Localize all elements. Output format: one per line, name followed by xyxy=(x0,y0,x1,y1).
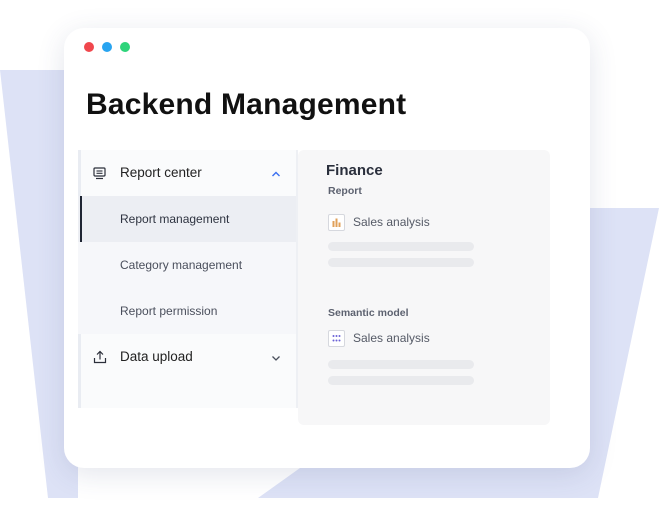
sidebar-group-label: Report center xyxy=(120,165,202,180)
window-controls xyxy=(84,42,130,52)
item-label: Sales analysis xyxy=(353,331,430,345)
sidebar: Report center Report management Category… xyxy=(78,150,298,408)
minimize-window-button[interactable] xyxy=(102,42,112,52)
loading-placeholder xyxy=(328,242,474,251)
sidebar-group-report-center[interactable]: Report center xyxy=(78,150,296,196)
report-icon xyxy=(92,165,108,181)
sidebar-item-category-management[interactable]: Category management xyxy=(78,242,296,288)
sidebar-item-label: Category management xyxy=(120,258,243,272)
section-label-semantic-model: Semantic model xyxy=(328,307,409,319)
chevron-up-icon[interactable] xyxy=(270,167,282,179)
app-window: Backend Management Report center Report xyxy=(64,28,590,468)
chevron-down-icon[interactable] xyxy=(270,351,282,363)
bar-chart-icon xyxy=(328,213,345,231)
panel-title: Finance xyxy=(326,162,383,179)
sidebar-item-report-permission[interactable]: Report permission xyxy=(78,288,296,334)
upload-icon xyxy=(92,349,108,365)
loading-placeholder xyxy=(328,258,474,267)
sidebar-group-data-upload[interactable]: Data upload xyxy=(78,334,296,380)
sidebar-group-label: Data upload xyxy=(120,349,193,364)
content-panel: Finance Report Sales analysis Semantic m… xyxy=(298,150,550,425)
grid-dots-icon xyxy=(328,329,345,347)
report-center-submenu: Report management Category management Re… xyxy=(78,196,296,334)
loading-placeholder xyxy=(328,360,474,369)
report-item-sales-analysis[interactable]: Sales analysis xyxy=(328,213,430,231)
section-label-report: Report xyxy=(328,185,362,197)
maximize-window-button[interactable] xyxy=(120,42,130,52)
loading-placeholder xyxy=(328,376,474,385)
sidebar-item-label: Report permission xyxy=(120,304,218,318)
sidebar-item-report-management[interactable]: Report management xyxy=(78,196,296,242)
item-label: Sales analysis xyxy=(353,215,430,229)
semantic-model-item-sales-analysis[interactable]: Sales analysis xyxy=(328,329,430,347)
page-title: Backend Management xyxy=(86,88,407,121)
sidebar-item-label: Report management xyxy=(120,212,230,226)
close-window-button[interactable] xyxy=(84,42,94,52)
